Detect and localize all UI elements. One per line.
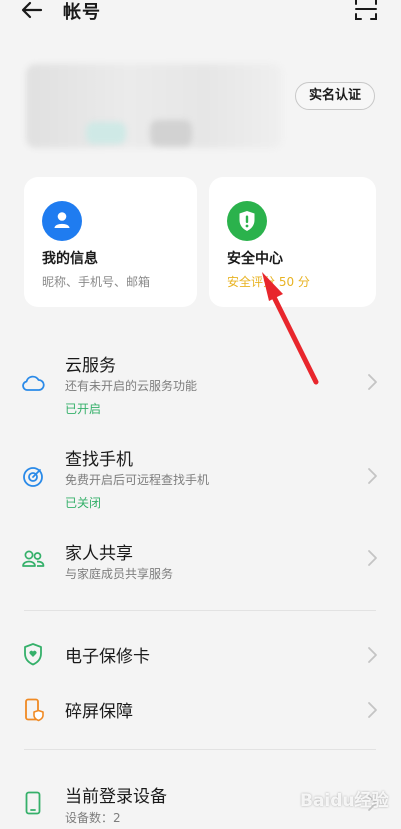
badge-blurred xyxy=(86,122,126,144)
people-icon xyxy=(22,550,45,567)
scan-icon[interactable] xyxy=(354,0,378,22)
cloud-service-subtitle: 还有未开启的云服务功能 xyxy=(65,379,198,393)
find-phone-title: 查找手机 xyxy=(65,450,133,470)
watermark: Baidu经验 xyxy=(300,791,389,811)
security-center-card[interactable]: 安全中心 安全评分 50 分 xyxy=(209,177,376,307)
list-item-find-phone[interactable]: 查找手机 免费开启后可远程查找手机 已关闭 xyxy=(0,443,401,515)
cloud-service-status: 已开启 xyxy=(65,402,102,416)
back-arrow-icon[interactable] xyxy=(20,0,44,22)
e-warranty-title: 电子保修卡 xyxy=(65,647,150,667)
screen-protection-title: 碎屏保障 xyxy=(65,702,133,722)
phone-protect-icon xyxy=(25,698,44,722)
security-score: 安全评分 50 分 xyxy=(227,275,310,289)
realname-verify-button[interactable]: 实名认证 xyxy=(295,82,375,110)
login-devices-title: 当前登录设备 xyxy=(65,787,167,807)
list-item-e-warranty[interactable]: 电子保修卡 xyxy=(0,637,401,673)
my-info-card[interactable]: 我的信息 昵称、手机号、邮箱 xyxy=(24,177,197,307)
cloud-icon xyxy=(22,375,45,391)
family-share-subtitle: 与家庭成员共享服务 xyxy=(65,567,174,581)
chevron-right-icon xyxy=(368,702,377,718)
device-icon xyxy=(25,791,41,815)
my-info-title: 我的信息 xyxy=(42,251,98,267)
chevron-right-icon xyxy=(368,374,377,390)
shield-heart-icon xyxy=(24,643,42,666)
top-bar: 帐号 xyxy=(0,0,401,28)
chevron-right-icon xyxy=(368,550,377,566)
list-item-screen-protection[interactable]: 碎屏保障 xyxy=(0,692,401,728)
find-phone-status: 已关闭 xyxy=(65,496,102,510)
list-item-family-share[interactable]: 家人共享 与家庭成员共享服务 xyxy=(0,537,401,593)
badge-blurred xyxy=(150,120,192,146)
shield-icon xyxy=(227,201,267,241)
page-title: 帐号 xyxy=(63,2,101,23)
family-share-title: 家人共享 xyxy=(65,544,133,564)
target-icon xyxy=(23,467,43,487)
chevron-right-icon xyxy=(368,647,377,663)
profile-area[interactable] xyxy=(26,64,282,150)
my-info-subtitle: 昵称、手机号、邮箱 xyxy=(42,275,151,289)
find-phone-subtitle: 免费开启后可远程查找手机 xyxy=(65,473,210,487)
section-divider xyxy=(24,610,376,611)
section-divider xyxy=(24,749,376,750)
cloud-service-title: 云服务 xyxy=(65,356,116,376)
person-icon xyxy=(42,201,82,241)
login-devices-count: 设备数：2 xyxy=(65,811,121,825)
list-item-cloud-service[interactable]: 云服务 还有未开启的云服务功能 已开启 xyxy=(0,348,401,420)
security-center-title: 安全中心 xyxy=(227,251,283,267)
chevron-right-icon xyxy=(368,468,377,484)
